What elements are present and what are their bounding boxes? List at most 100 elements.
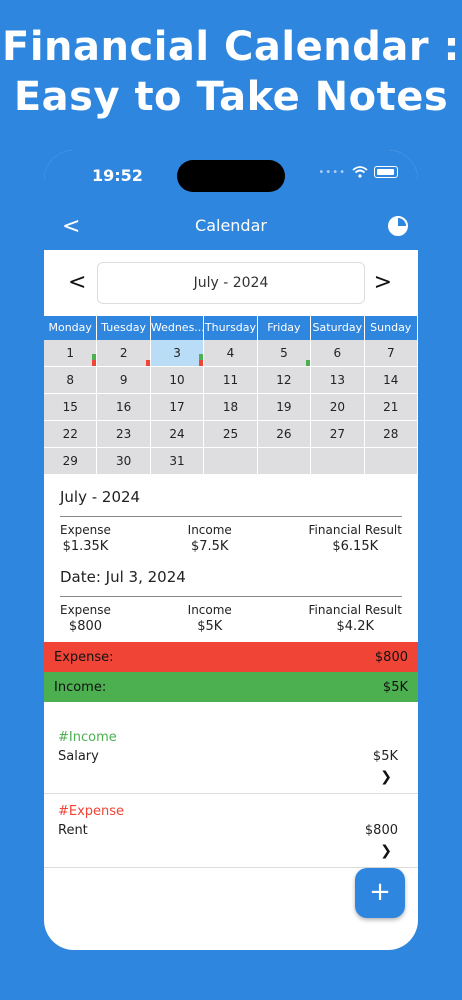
wifi-icon: [352, 166, 368, 178]
day-cell[interactable]: 11: [204, 367, 258, 394]
income-label: Income: [187, 523, 232, 537]
month-expense: Expense $1.35K: [60, 523, 111, 554]
day-cell[interactable]: 15: [44, 394, 98, 421]
status-icons: ••••: [318, 166, 398, 178]
expense-label: Expense: [60, 603, 111, 617]
entry-name: Rent: [58, 823, 88, 838]
add-entry-button[interactable]: +: [355, 868, 405, 918]
weekday-label: Tuesday: [97, 316, 151, 340]
day-cell[interactable]: 14: [364, 367, 418, 394]
prev-month-button[interactable]: <: [68, 270, 86, 295]
expense-total-label: Expense:: [54, 649, 114, 665]
empty-day-cell: [257, 448, 312, 475]
battery-icon: [374, 166, 398, 178]
day-cell[interactable]: 12: [257, 367, 312, 394]
day-cell[interactable]: 29: [44, 448, 98, 475]
day-cell[interactable]: 20: [311, 394, 365, 421]
day-cell[interactable]: 16: [97, 394, 151, 421]
summary-section: July - 2024 Expense $1.35K Income $7.5K …: [44, 480, 418, 868]
transaction-marker: [145, 360, 150, 366]
transaction-marker: [199, 360, 204, 366]
month-summary-row: Expense $1.35K Income $7.5K Financial Re…: [44, 517, 418, 554]
dynamic-island: [177, 160, 285, 192]
day-cell[interactable]: 3: [150, 340, 205, 367]
entry-tag: #Expense: [58, 804, 125, 819]
day-cell[interactable]: 31: [150, 448, 205, 475]
list-item[interactable]: #Expense Rent $800 ❯: [44, 794, 418, 868]
pie-chart-icon[interactable]: [388, 216, 408, 236]
signal-icon: ••••: [318, 166, 346, 178]
result-label: Financial Result: [308, 523, 402, 537]
status-time: 19:52: [92, 166, 143, 185]
phone-screen: 19:52 •••• < Calendar < July - 2024 > Mo…: [44, 150, 418, 950]
empty-day-cell: [204, 448, 258, 475]
day-cell[interactable]: 21: [364, 394, 418, 421]
empty-day-cell: [311, 448, 365, 475]
day-cell[interactable]: 23: [97, 421, 151, 448]
day-cell[interactable]: 10: [150, 367, 205, 394]
day-cell[interactable]: 19: [257, 394, 312, 421]
income-value: $7.5K: [190, 539, 229, 554]
entry-amount: $800: [364, 823, 398, 838]
app-header: 19:52 •••• < Calendar: [44, 150, 418, 250]
entry-tag: #Income: [58, 730, 117, 745]
promo-headline: Financial Calendar : Easy to Take Notes: [0, 22, 462, 122]
expense-total-value: $800: [374, 649, 408, 665]
day-cell[interactable]: 24: [150, 421, 205, 448]
day-cell[interactable]: 30: [97, 448, 151, 475]
calendar-grid: 1 2 3 4 5 6 7 8 9 10 11 12 13 14 15 16 17 18 19 20 21 22 23 24 2…: [44, 340, 418, 475]
nav-title: Calendar: [195, 216, 267, 235]
weekday-label: Monday: [44, 316, 98, 340]
day-cell[interactable]: 18: [204, 394, 258, 421]
income-total-bar: Income: $5K: [44, 672, 418, 702]
day-cell[interactable]: 26: [257, 421, 312, 448]
next-month-button[interactable]: >: [374, 270, 392, 295]
day-cell[interactable]: 8: [44, 367, 98, 394]
list-item[interactable]: #Income Salary $5K ❯: [44, 720, 418, 794]
month-label[interactable]: July - 2024: [97, 262, 365, 304]
date-result: Financial Result $4.2K: [309, 603, 402, 634]
result-value: $6.15K: [332, 539, 379, 554]
day-cell[interactable]: 9: [97, 367, 151, 394]
income-label: Income: [187, 603, 232, 617]
date-expense: Expense $800: [60, 603, 111, 634]
month-selector: < July - 2024 >: [44, 250, 418, 316]
day-cell[interactable]: 22: [44, 421, 98, 448]
day-cell[interactable]: 1: [44, 340, 98, 367]
transaction-marker: [92, 360, 97, 366]
day-cell[interactable]: 2: [97, 340, 151, 367]
result-value: $4.2K: [336, 619, 374, 634]
day-cell[interactable]: 13: [311, 367, 365, 394]
day-cell[interactable]: 17: [150, 394, 205, 421]
weekday-label: Sunday: [365, 316, 418, 340]
day-cell[interactable]: 5: [257, 340, 312, 367]
day-cell[interactable]: 7: [364, 340, 418, 367]
date-summary-row: Expense $800 Income $5K Financial Result…: [44, 597, 418, 634]
weekday-header: Monday Tuesday Wednes... Thursday Friday Satu…: [44, 316, 418, 340]
month-summary-title: July - 2024: [60, 488, 141, 506]
promo-line-1: Financial Calendar :: [2, 24, 460, 70]
result-label: Financial Result: [308, 603, 402, 617]
day-cell[interactable]: 25: [204, 421, 258, 448]
date-summary-title: Date: Jul 3, 2024: [60, 568, 186, 586]
weekday-label: Friday: [258, 316, 312, 340]
expense-value: $800: [68, 619, 103, 634]
day-cell[interactable]: 27: [311, 421, 365, 448]
expense-value: $1.35K: [62, 539, 109, 554]
entry-name: Salary: [58, 749, 99, 764]
income-value: $5K: [197, 619, 223, 634]
month-result: Financial Result $6.15K: [309, 523, 402, 554]
entry-amount: $5K: [372, 749, 398, 764]
day-cell[interactable]: 4: [204, 340, 258, 367]
month-income: Income $7.5K: [188, 523, 232, 554]
chevron-right-icon: ❯: [380, 843, 392, 859]
day-cell[interactable]: 28: [364, 421, 418, 448]
day-cell[interactable]: 6: [311, 340, 365, 367]
expense-total-bar: Expense: $800: [44, 642, 418, 672]
income-total-value: $5K: [382, 679, 408, 695]
expense-label: Expense: [60, 523, 111, 537]
chevron-right-icon: ❯: [380, 769, 392, 785]
weekday-label: Wednes...: [151, 316, 205, 340]
weekday-label: Thursday: [204, 316, 258, 340]
